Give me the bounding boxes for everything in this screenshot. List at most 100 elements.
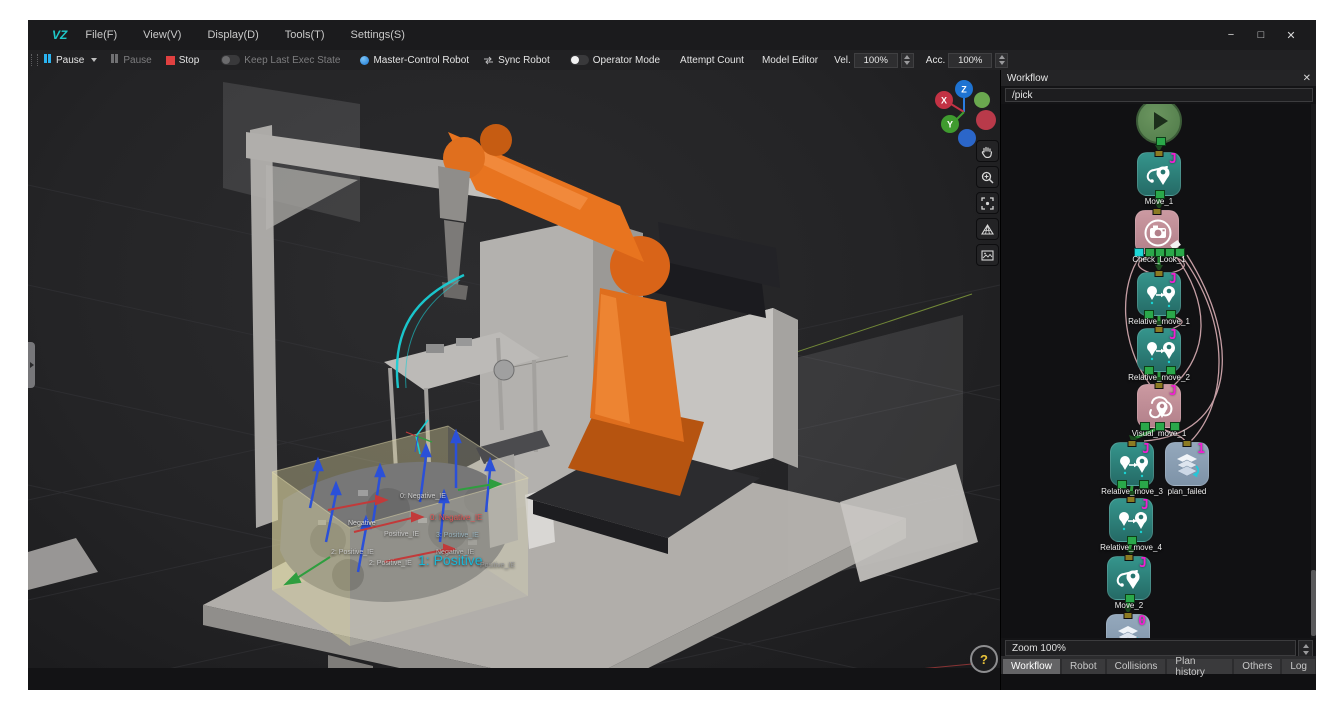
node-visual-move-1[interactable]: J xyxy=(1137,384,1181,428)
input-port[interactable] xyxy=(1183,440,1192,447)
velocity-label: Vel. xyxy=(834,55,851,66)
zoom-tool-button[interactable] xyxy=(976,166,999,188)
pose-label: 1: Positive xyxy=(418,552,483,568)
pose-label: 2: Positive_IE xyxy=(331,549,374,556)
window-controls: − □ ✕ xyxy=(1216,29,1316,42)
output-port[interactable] xyxy=(1156,137,1166,146)
node-label: Relative_move_3 xyxy=(1101,487,1163,496)
pose-label: 0: Negative_IE xyxy=(430,513,482,522)
node-relative-move-1[interactable]: J xyxy=(1137,272,1181,316)
image-icon xyxy=(981,249,994,262)
toggle-off-icon[interactable] xyxy=(570,55,589,65)
input-port[interactable] xyxy=(1153,208,1162,215)
input-port[interactable] xyxy=(1155,382,1164,389)
input-port[interactable] xyxy=(1125,554,1134,561)
node-check-look-1[interactable] xyxy=(1135,210,1179,254)
workflow-panel: Workflow ✕ /pick xyxy=(1000,70,1316,690)
minimize-button[interactable]: − xyxy=(1216,29,1246,41)
node-move-2[interactable]: J xyxy=(1107,556,1151,600)
joint-badge: J xyxy=(1169,385,1177,398)
tab-others[interactable]: Others xyxy=(1234,659,1280,674)
panel-close-button[interactable]: ✕ xyxy=(1303,73,1311,84)
workflow-panel-header: Workflow ✕ xyxy=(1001,70,1316,86)
node-move-1[interactable]: J xyxy=(1137,152,1181,196)
toolbar-grip-handle[interactable] xyxy=(31,54,38,66)
menu-view[interactable]: View(V) xyxy=(135,26,189,44)
chevron-right-icon xyxy=(30,362,34,368)
joint-badge: J xyxy=(1169,329,1177,342)
fit-view-button[interactable] xyxy=(976,192,999,214)
workflow-path-input[interactable]: /pick xyxy=(1005,88,1313,102)
velocity-stepper[interactable] xyxy=(901,53,914,68)
left-panel-expander[interactable] xyxy=(28,342,35,388)
toolbar: Pause Pause Stop Keep Last Exec State Ma… xyxy=(28,50,1316,71)
joint-badge: J xyxy=(1139,557,1147,570)
fit-view-icon xyxy=(981,197,994,210)
workflow-zoom-input[interactable]: Zoom 100% xyxy=(1005,640,1296,656)
chevron-down-icon[interactable] xyxy=(91,58,97,62)
master-control-robot-button[interactable]: Master-Control Robot xyxy=(360,55,469,66)
input-port[interactable] xyxy=(1124,612,1133,619)
node-label: Relative_move_1 xyxy=(1128,317,1190,326)
node-relative-move-3[interactable]: J xyxy=(1110,442,1154,486)
node-plan-failed[interactable]: 1 xyxy=(1165,442,1209,486)
pan-tool-button[interactable] xyxy=(976,140,999,162)
pose-label: 3: Positive_IE xyxy=(436,532,479,539)
node-relative-move-4[interactable]: J xyxy=(1109,498,1153,542)
toggle-off-icon[interactable] xyxy=(221,55,240,65)
acceleration-input[interactable]: 100% xyxy=(948,53,992,68)
pose-label: 0: Negative_IE xyxy=(400,493,446,500)
menu-file[interactable]: File(F) xyxy=(77,26,125,44)
joint-badge: J xyxy=(1169,273,1177,286)
keep-last-exec-toggle[interactable]: Keep Last Exec State xyxy=(221,55,340,66)
help-button[interactable]: ? xyxy=(970,645,998,673)
pause-button[interactable]: Pause xyxy=(44,54,97,66)
maximize-button[interactable]: □ xyxy=(1246,29,1276,41)
node-label: Move_1 xyxy=(1145,197,1173,206)
tab-workflow[interactable]: Workflow xyxy=(1003,659,1060,674)
scene-render xyxy=(28,70,1000,690)
input-port[interactable] xyxy=(1155,270,1164,277)
sync-robot-button[interactable]: Sync Robot xyxy=(483,55,550,66)
operator-mode-toggle[interactable]: Operator Mode xyxy=(570,55,660,66)
workflow-scrollbar-track[interactable] xyxy=(1311,104,1316,638)
pose-label: Positive_IE xyxy=(480,562,515,569)
pause-disabled-button[interactable]: Pause xyxy=(111,54,151,66)
node-plan-sink[interactable]: 0 xyxy=(1106,614,1150,638)
snapshot-button[interactable] xyxy=(976,244,999,266)
menu-display[interactable]: Display(D) xyxy=(199,26,266,44)
count-badge: 0 xyxy=(1138,615,1146,628)
node-relative-move-2[interactable]: J xyxy=(1137,328,1181,372)
menu-settings[interactable]: Settings(S) xyxy=(343,26,413,44)
input-port[interactable] xyxy=(1155,326,1164,333)
app-window: VZ File(F) View(V) Display(D) Tools(T) S… xyxy=(28,20,1316,690)
svg-text:X: X xyxy=(941,96,947,106)
perspective-grid-button[interactable] xyxy=(976,218,999,240)
workflow-zoom-row: Zoom 100% xyxy=(1001,638,1316,656)
input-port[interactable] xyxy=(1128,440,1137,447)
tab-robot[interactable]: Robot xyxy=(1062,659,1105,674)
workflow-scrollbar-thumb[interactable] xyxy=(1311,570,1316,636)
pyramid-grid-icon xyxy=(981,223,994,236)
play-icon xyxy=(1154,112,1168,130)
velocity-input[interactable]: 100% xyxy=(854,53,898,68)
pose-label: Positive_IE xyxy=(384,531,419,538)
neg-y-axis-ball[interactable] xyxy=(974,92,990,108)
tab-collisions[interactable]: Collisions xyxy=(1107,659,1166,674)
stop-button[interactable]: Stop xyxy=(166,55,200,66)
neg-x-axis-ball[interactable] xyxy=(976,110,996,130)
close-button[interactable]: ✕ xyxy=(1276,29,1306,42)
workflow-canvas[interactable]: J Move_1 xyxy=(1001,104,1316,638)
tab-log[interactable]: Log xyxy=(1282,659,1315,674)
tab-plan-history[interactable]: Plan history xyxy=(1167,659,1232,674)
neg-z-axis-ball[interactable] xyxy=(958,129,976,147)
input-port[interactable] xyxy=(1155,150,1164,157)
viewport-3d[interactable]: 0: Negative_IE 0: Negative_IE Negative P… xyxy=(28,70,1000,690)
menu-tools[interactable]: Tools(T) xyxy=(277,26,333,44)
robot-sphere-icon xyxy=(360,56,369,65)
acceleration-stepper[interactable] xyxy=(995,53,1008,68)
input-port[interactable] xyxy=(1127,496,1136,503)
attempt-count-button[interactable]: Attempt Count xyxy=(680,55,744,66)
node-label: Move_2 xyxy=(1115,601,1143,610)
model-editor-button[interactable]: Model Editor xyxy=(762,55,818,66)
